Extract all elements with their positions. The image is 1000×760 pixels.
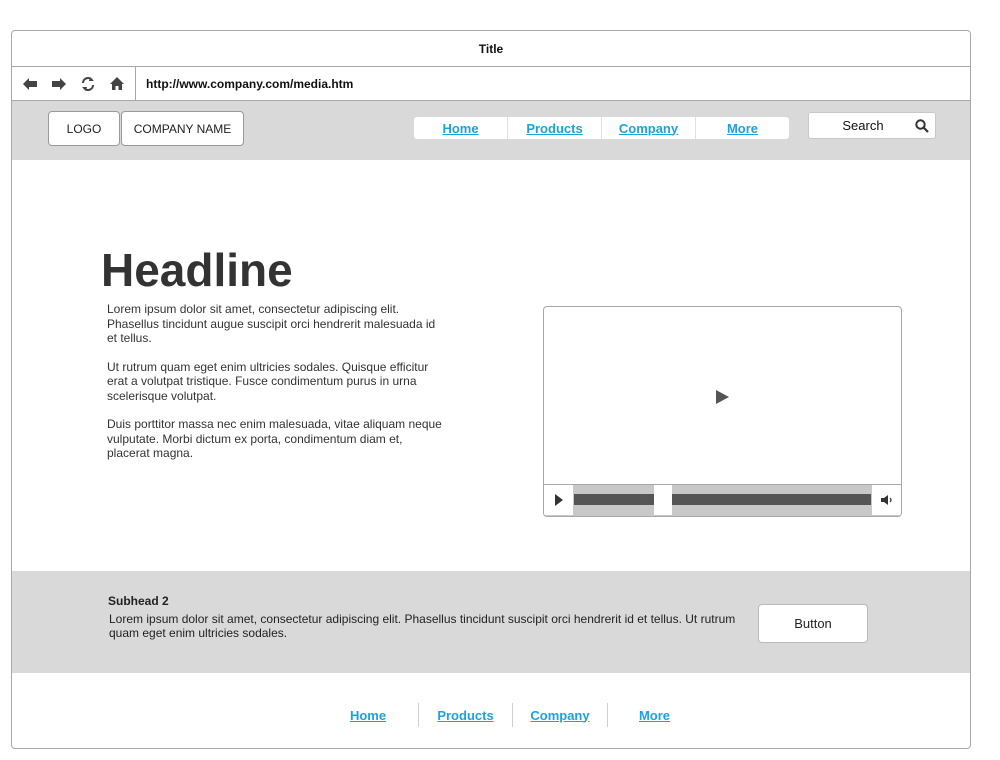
video-scrubber-handle[interactable]	[654, 485, 673, 515]
footer-nav-company[interactable]: Company	[513, 703, 608, 727]
body-text: Lorem ipsum dolor sit amet, consectetur …	[107, 302, 447, 475]
headline: Headline	[101, 244, 293, 296]
nav-products[interactable]: Products	[508, 117, 602, 139]
control-play-icon[interactable]	[544, 485, 573, 515]
footer-nav-more[interactable]: More	[608, 703, 701, 727]
browser-window: Title http://www.company.com/media.htm L…	[11, 30, 971, 749]
paragraph: Ut rutrum quam eget enim ultricies sodal…	[107, 359, 429, 403]
paragraph: Lorem ipsum dolor sit amet, consectetur …	[107, 302, 436, 345]
refresh-icon[interactable]	[78, 74, 98, 94]
band-text: Lorem ipsum dolor sit amet, consectetur …	[109, 612, 736, 640]
video-controls	[544, 484, 901, 516]
subhead-band: Subhead 2 Lorem ipsum dolor sit amet, co…	[12, 571, 970, 673]
address-bar: http://www.company.com/media.htm	[12, 67, 970, 101]
nav-company[interactable]: Company	[602, 117, 696, 139]
paragraph: Duis porttitor massa nec enim malesuada,…	[107, 417, 442, 460]
video-progress-track[interactable]	[574, 494, 871, 505]
browser-nav-buttons	[12, 67, 136, 100]
search-input[interactable]: Search	[809, 118, 909, 133]
nav-home[interactable]: Home	[414, 117, 508, 139]
url-field[interactable]: http://www.company.com/media.htm	[136, 77, 353, 91]
cta-button[interactable]: Button	[758, 604, 868, 643]
top-nav: Home Products Company More	[414, 117, 789, 139]
search-icon[interactable]	[909, 118, 935, 133]
company-name: COMPANY NAME	[121, 111, 244, 146]
search-box[interactable]: Search	[808, 112, 936, 139]
home-icon[interactable]	[107, 74, 127, 94]
footer-nav-products[interactable]: Products	[419, 703, 513, 727]
site-header: LOGO COMPANY NAME Home Products Company …	[12, 101, 970, 160]
footer-nav: Home Products Company More	[318, 703, 701, 727]
video-player[interactable]	[543, 306, 902, 517]
volume-icon[interactable]	[872, 485, 901, 515]
logo[interactable]: LOGO	[48, 111, 120, 146]
subhead: Subhead 2	[108, 594, 169, 608]
back-arrow-icon[interactable]	[20, 74, 40, 94]
window-title: Title	[12, 31, 970, 67]
nav-more[interactable]: More	[696, 117, 789, 139]
play-icon[interactable]	[714, 389, 730, 410]
forward-arrow-icon[interactable]	[49, 74, 69, 94]
footer-nav-home[interactable]: Home	[318, 703, 419, 727]
